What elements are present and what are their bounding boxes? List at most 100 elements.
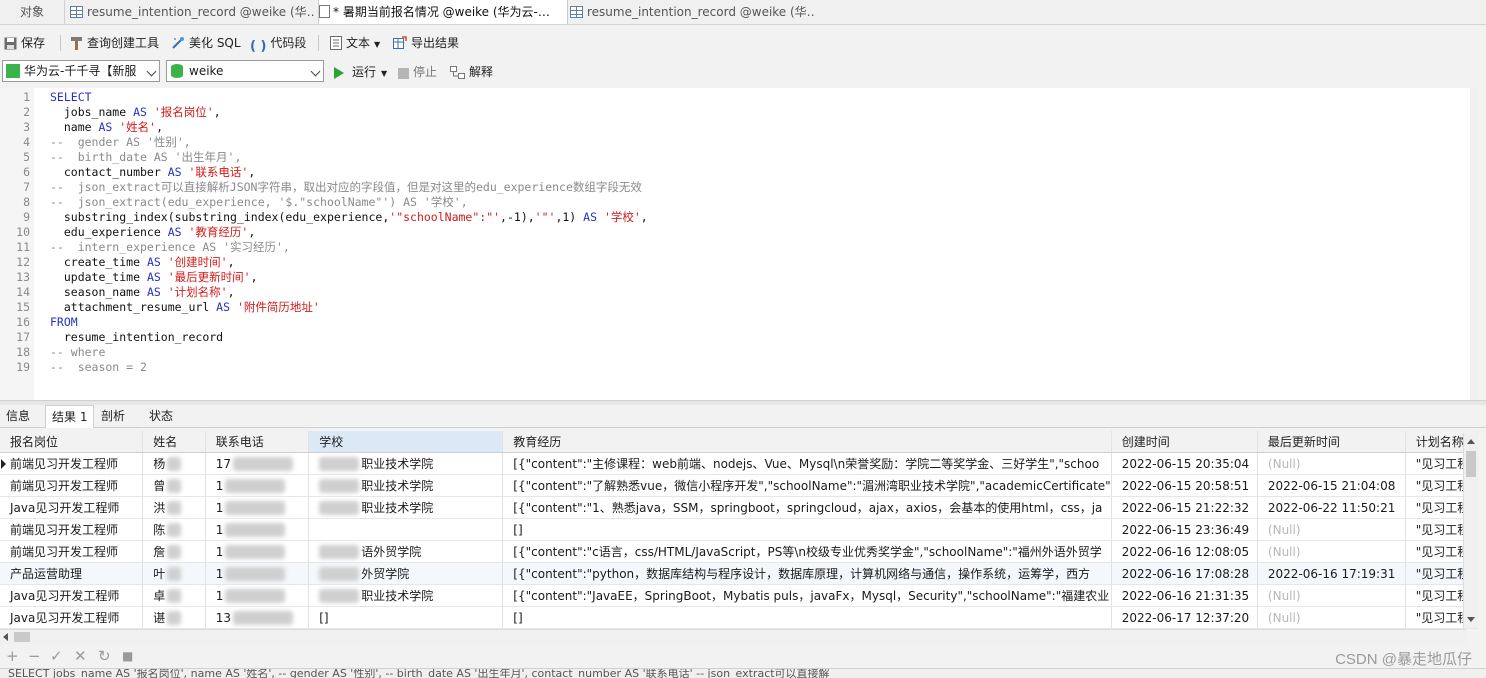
table-row[interactable]: 前端见习开发工程师 陈 1 [] 2022-06-15 23:36:49 (Null) "见… xyxy=(0,518,1478,541)
table-cell[interactable]: 语外贸学院 xyxy=(308,540,504,563)
table-cell[interactable]: Java见习开发工程师 xyxy=(0,584,144,607)
explain-button[interactable]: 解释 xyxy=(450,63,493,81)
table-cell[interactable]: 洪 xyxy=(142,496,206,519)
table-row[interactable]: 前端见习开发工程师 曾 1 职业技术学院 [{"content":"了解熟悉vue，微信… xyxy=(0,474,1478,497)
table-cell[interactable]: 2022-06-22 11:50:21 xyxy=(1257,496,1406,519)
table-cell[interactable]: 1 xyxy=(205,518,310,541)
table-cell[interactable]: 陈 xyxy=(142,518,206,541)
table-cell[interactable]: (Null) xyxy=(1257,518,1406,541)
table-cell[interactable]: 1 xyxy=(205,496,310,519)
table-cell[interactable]: [{"content":"了解熟悉vue，微信小程序开发","schoolNam… xyxy=(502,474,1112,497)
apply-changes-icon[interactable]: ✓ xyxy=(50,647,63,665)
discard-changes-icon[interactable]: ✕ xyxy=(74,647,87,665)
table-cell[interactable]: 13 xyxy=(205,606,310,629)
table-cell[interactable]: 1 xyxy=(205,474,310,497)
table-cell[interactable]: 前端见习开发工程师 xyxy=(0,474,144,497)
table-row[interactable]: Java见习开发工程师 谌 13 [] [] 2022-06-17 12:37:20 (Nu… xyxy=(0,606,1478,629)
table-row[interactable]: Java见习开发工程师 洪 1 职业技术学院 [{"content":"1、熟悉java… xyxy=(0,496,1478,519)
table-cell[interactable]: 2022-06-16 17:08:28 xyxy=(1111,562,1258,585)
grid-vertical-scrollbar[interactable] xyxy=(1463,433,1478,628)
export-results-button[interactable]: 导出结果 xyxy=(393,34,459,52)
table-cell[interactable]: 职业技术学院 xyxy=(308,584,504,607)
refresh-icon[interactable]: ↻ xyxy=(98,647,111,665)
table-cell[interactable]: Java见习开发工程师 xyxy=(0,606,144,629)
tab-objects[interactable]: 对象 xyxy=(0,0,65,24)
table-cell[interactable]: 1 xyxy=(205,562,310,585)
table-cell[interactable]: [] xyxy=(502,518,1112,541)
tab-resume-intention-record-2[interactable]: resume_intention_record @weike (华… xyxy=(570,0,816,24)
editor-vertical-scrollbar[interactable] xyxy=(1470,88,1478,400)
table-cell[interactable]: 2022-06-15 20:35:04 xyxy=(1111,452,1258,475)
table-cell[interactable] xyxy=(308,518,504,541)
table-cell[interactable]: 叶 xyxy=(142,562,206,585)
sql-editor[interactable]: 1 SELECT 2 jobs_name AS '报名岗位', 3 name AS '… xyxy=(0,88,1478,400)
column-header[interactable]: 最后更新时间 xyxy=(1257,431,1406,453)
tab-summer-registration-query[interactable]: * 暑期当前报名情况 @weike (华为云-… xyxy=(318,0,568,24)
scroll-thumb[interactable] xyxy=(1466,451,1476,477)
table-row[interactable]: 前端见习开发工程师 詹 1 语外贸学院 [{"content":"c语言，css/HTM… xyxy=(0,540,1478,563)
table-row[interactable]: 产品运营助理 叶 1 外贸学院 [{"content":"python，数据库结构与程序… xyxy=(0,562,1478,585)
tab-info[interactable]: 信息 xyxy=(0,405,36,427)
scroll-up-icon[interactable] xyxy=(1467,439,1475,444)
table-cell[interactable]: [{"content":"1、熟悉java，SSM，springboot，spr… xyxy=(502,496,1112,519)
query-builder-button[interactable]: 查询创建工具 xyxy=(70,34,159,52)
table-cell[interactable]: 外贸学院 xyxy=(308,562,504,585)
column-header[interactable]: 教育经历 xyxy=(502,431,1112,453)
run-button[interactable]: 运行 ▼ xyxy=(334,63,387,81)
table-cell[interactable]: [{"content":"主修课程：web前端、nodejs、Vue、Mysql… xyxy=(502,452,1112,475)
table-cell[interactable]: 2022-06-15 23:36:49 xyxy=(1111,518,1258,541)
table-cell[interactable]: 1 xyxy=(205,540,310,563)
table-cell[interactable]: [{"content":"python，数据库结构与程序设计，数据库原理，计算机… xyxy=(502,562,1112,585)
table-cell[interactable]: 17 xyxy=(205,452,310,475)
add-record-icon[interactable]: + xyxy=(6,647,19,665)
table-cell[interactable]: 杨 xyxy=(142,452,206,475)
table-cell[interactable]: 2022-06-17 12:37:20 xyxy=(1111,606,1258,629)
table-cell[interactable]: 职业技术学院 xyxy=(308,474,504,497)
tab-result-1[interactable]: 结果 1 xyxy=(45,405,95,428)
column-header[interactable]: 创建时间 xyxy=(1111,431,1258,453)
table-cell[interactable]: [] xyxy=(502,606,1112,629)
table-cell[interactable]: 前端见习开发工程师 xyxy=(0,540,144,563)
connection-select[interactable]: 华为云-千千寻【新服 xyxy=(2,60,160,82)
table-cell[interactable]: (Null) xyxy=(1257,540,1406,563)
column-header[interactable]: 学校 xyxy=(308,431,504,453)
table-cell[interactable]: [{"content":"c语言，css/HTML/JavaScript，PS等… xyxy=(502,540,1112,563)
table-cell[interactable]: (Null) xyxy=(1257,584,1406,607)
table-cell[interactable]: (Null) xyxy=(1257,452,1406,475)
column-header[interactable]: 报名岗位 xyxy=(0,431,144,453)
stop-button[interactable]: 停止 xyxy=(398,63,437,81)
table-cell[interactable]: 2022-06-15 21:22:32 xyxy=(1111,496,1258,519)
table-cell[interactable]: Java见习开发工程师 xyxy=(0,496,144,519)
tab-profile[interactable]: 剖析 xyxy=(95,405,131,427)
table-cell[interactable]: 曾 xyxy=(142,474,206,497)
table-cell[interactable]: 产品运营助理 xyxy=(0,562,144,585)
table-cell[interactable]: [] xyxy=(308,606,504,629)
code-snippet-button[interactable]: ( ) 代码段 xyxy=(250,34,306,54)
delete-record-icon[interactable]: − xyxy=(28,647,41,665)
table-cell[interactable]: 职业技术学院 xyxy=(308,452,504,475)
scroll-down-icon[interactable] xyxy=(1467,617,1475,622)
table-cell[interactable]: 职业技术学院 xyxy=(308,496,504,519)
table-cell[interactable]: 1 xyxy=(205,584,310,607)
beautify-sql-button[interactable]: 美化 SQL xyxy=(171,34,241,52)
table-cell[interactable]: 前端见习开发工程师 xyxy=(0,518,144,541)
scroll-left-icon[interactable] xyxy=(3,633,8,641)
text-button[interactable]: 文本 ▼ xyxy=(330,34,380,52)
table-cell[interactable]: 前端见习开发工程师 xyxy=(0,452,144,475)
table-cell[interactable]: 2022-06-16 12:08:05 xyxy=(1111,540,1258,563)
table-row[interactable]: Java见习开发工程师 卓 1 职业技术学院 [{"content":"JavaEE，S… xyxy=(0,584,1478,607)
stop-icon[interactable]: ■ xyxy=(122,649,133,663)
table-cell[interactable]: 2022-06-16 21:31:35 xyxy=(1111,584,1258,607)
save-button[interactable]: 保存 xyxy=(4,34,45,52)
table-cell[interactable]: 詹 xyxy=(142,540,206,563)
table-cell[interactable]: 2022-06-15 21:04:08 xyxy=(1257,474,1406,497)
scroll-thumb[interactable] xyxy=(14,632,30,642)
grid-horizontal-scrollbar[interactable] xyxy=(0,629,1466,644)
column-header[interactable]: 姓名 xyxy=(142,431,206,453)
column-header[interactable]: 联系电话 xyxy=(205,431,310,453)
tab-resume-intention-record-1[interactable]: resume_intention_record @weike (华… xyxy=(70,0,316,24)
table-cell[interactable]: 2022-06-15 20:58:51 xyxy=(1111,474,1258,497)
table-cell[interactable]: 谌 xyxy=(142,606,206,629)
table-cell[interactable]: 卓 xyxy=(142,584,206,607)
tab-status[interactable]: 状态 xyxy=(143,405,179,427)
